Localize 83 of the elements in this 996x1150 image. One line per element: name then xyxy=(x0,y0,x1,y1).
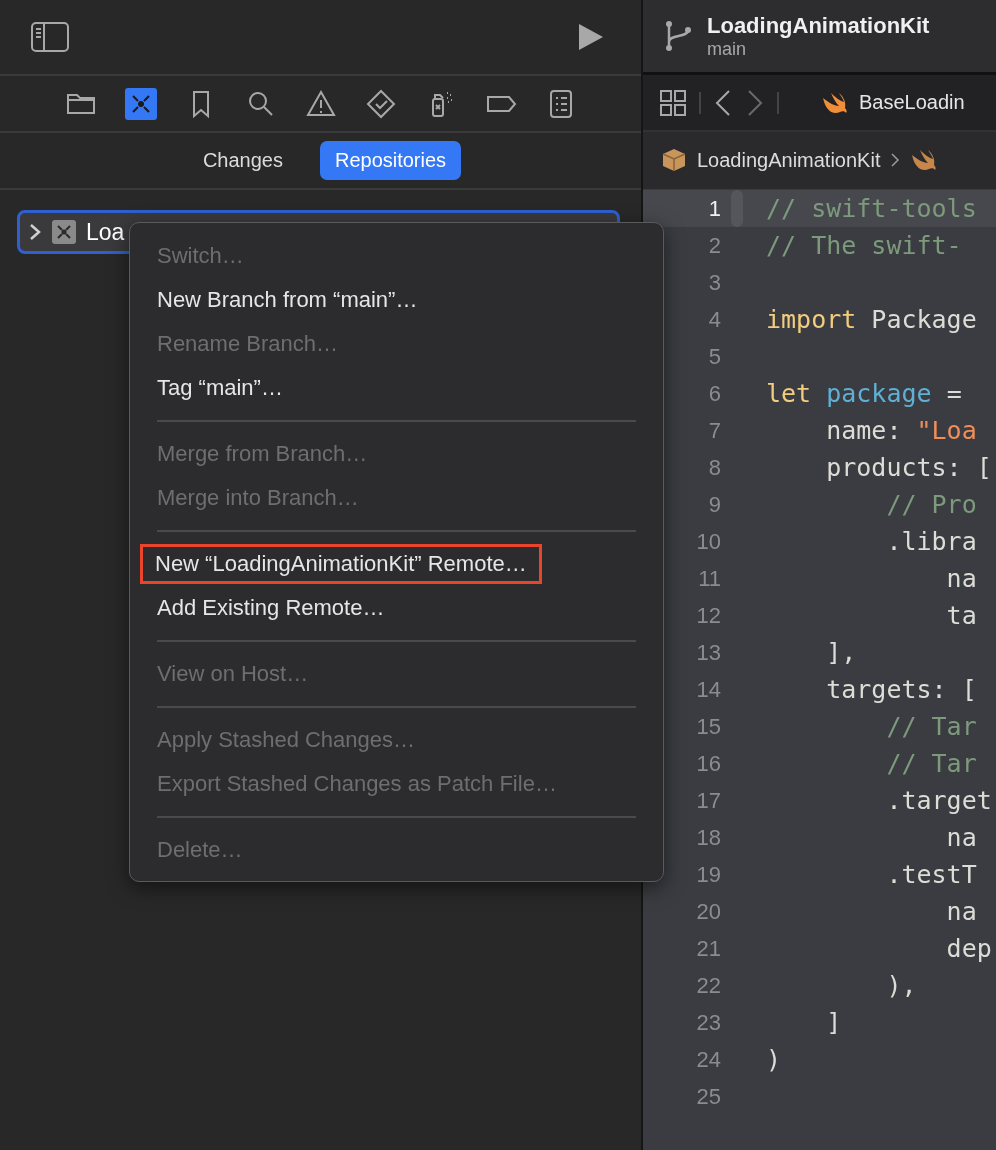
swift-icon xyxy=(910,147,939,173)
code-token: targets: [ xyxy=(825,675,977,704)
line-number: 18 xyxy=(695,824,721,851)
menu-item: Apply Stashed Changes… xyxy=(157,726,416,754)
code-token: = xyxy=(945,379,962,408)
code-token: na xyxy=(945,897,977,926)
code-token: // Tar xyxy=(885,749,977,778)
code-token: ), xyxy=(885,971,917,1000)
code-token: // Pro xyxy=(885,490,977,519)
repository-title: LoadingAnimationKit xyxy=(707,12,930,39)
menu-item: View on Host… xyxy=(157,660,309,688)
code-token: // Tar xyxy=(885,712,977,741)
menu-item: Rename Branch… xyxy=(157,330,338,358)
repository-name: Loa xyxy=(86,218,125,246)
line-number: 19 xyxy=(695,861,721,888)
menu-item: Merge from Branch… xyxy=(157,440,368,468)
line-number: 11 xyxy=(697,565,721,592)
line-number: 2 xyxy=(707,232,721,259)
sidebar-toggle-icon[interactable] xyxy=(30,21,70,53)
line-number: 9 xyxy=(707,491,721,518)
package-icon xyxy=(661,147,687,173)
line-number: 20 xyxy=(695,898,721,925)
line-number: 24 xyxy=(695,1046,721,1073)
line-number: 13 xyxy=(695,639,721,666)
line-number: 5 xyxy=(707,343,721,370)
menu-item[interactable]: New “LoadingAnimationKit” Remote… xyxy=(143,547,539,581)
repository-icon xyxy=(52,220,76,244)
line-number: 8 xyxy=(707,454,721,481)
line-number: 22 xyxy=(695,972,721,999)
code-token: ta xyxy=(945,601,977,630)
run-icon[interactable] xyxy=(577,22,605,52)
code-token: // The swift- xyxy=(766,231,962,260)
back-chevron-icon[interactable] xyxy=(713,87,733,118)
code-token: // swift-tools xyxy=(766,194,977,223)
line-number: 4 xyxy=(707,306,721,333)
branch-name: main xyxy=(707,38,747,60)
code-token: ] xyxy=(825,1008,842,1037)
fold-ribbon xyxy=(731,190,743,227)
code-token: "Loa xyxy=(916,416,977,445)
code-token: let xyxy=(766,379,813,408)
menu-item: Merge into Branch… xyxy=(157,484,359,512)
line-number: 25 xyxy=(695,1083,721,1110)
menu-item: Switch… xyxy=(157,242,244,270)
line-number: 14 xyxy=(695,676,721,703)
source-control-icon[interactable] xyxy=(124,87,157,120)
code-token: name: xyxy=(825,416,903,445)
disclosure-chevron-icon[interactable] xyxy=(28,223,42,241)
code-token: .libra xyxy=(885,527,977,556)
forward-chevron-icon[interactable] xyxy=(745,87,765,118)
line-number: 1 xyxy=(707,195,721,222)
line-number: 7 xyxy=(707,417,721,444)
code-token: .target xyxy=(885,786,992,815)
code-token: Package xyxy=(870,305,977,334)
line-number: 3 xyxy=(707,269,721,296)
line-number: 21 xyxy=(695,935,721,962)
menu-item[interactable]: Tag “main”… xyxy=(157,371,283,405)
code-token: import xyxy=(766,305,857,334)
branch-icon[interactable] xyxy=(663,18,693,54)
code-token: ], xyxy=(825,638,857,667)
breadcrumb-chevron-icon xyxy=(890,152,901,168)
menu-item[interactable]: New Branch from “main”… xyxy=(157,283,418,317)
menu-item[interactable]: Add Existing Remote… xyxy=(157,591,385,625)
menu-item: Delete… xyxy=(157,836,243,864)
code-token: ) xyxy=(766,1045,782,1074)
line-number: 17 xyxy=(695,787,721,814)
line-number: 10 xyxy=(695,528,721,555)
code-token: .testT xyxy=(885,860,977,889)
line-number: 15 xyxy=(695,713,721,740)
file-tab[interactable]: BaseLoadin xyxy=(859,91,965,114)
scope-tab[interactable]: Changes xyxy=(187,141,298,180)
code-token: package xyxy=(826,379,932,408)
diamond-check-icon[interactable] xyxy=(364,87,397,120)
line-number: 23 xyxy=(695,1009,721,1036)
line-number: 16 xyxy=(695,750,721,777)
code-token: na xyxy=(945,564,977,593)
line-number: 12 xyxy=(695,602,721,629)
line-number: 6 xyxy=(707,380,721,407)
code-token: na xyxy=(945,823,977,852)
code-token: dep xyxy=(945,934,992,963)
scope-tab[interactable]: Repositories xyxy=(319,141,462,180)
menu-item: Export Stashed Changes as Patch File… xyxy=(157,770,557,798)
code-token: products: [ xyxy=(825,453,992,482)
grid-icon[interactable] xyxy=(659,88,687,117)
